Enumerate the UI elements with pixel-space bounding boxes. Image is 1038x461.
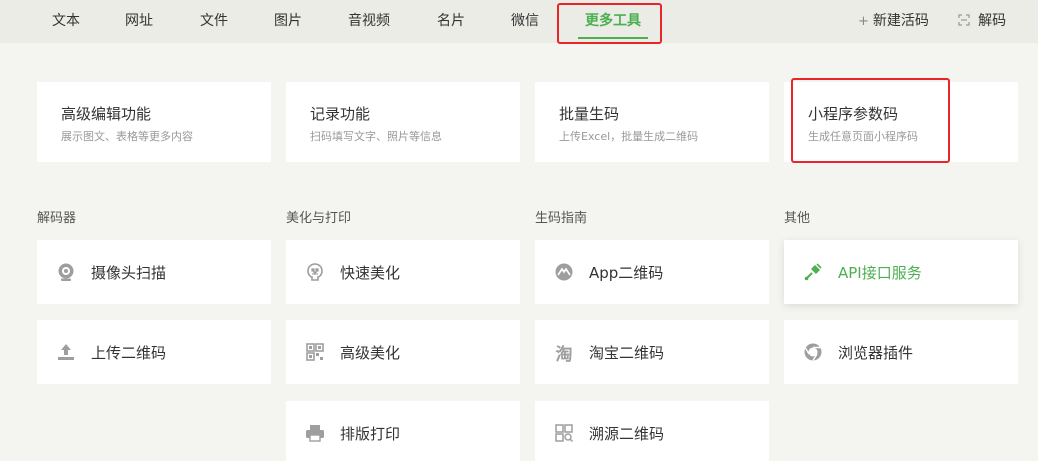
tool-label: 高级美化 [340, 343, 401, 362]
tool-trace-qr[interactable]: 溯源二维码 [535, 401, 769, 461]
tool-advanced-beautify[interactable]: 高级美化 [286, 320, 520, 384]
section-title-decoder: 解码器 [37, 211, 77, 226]
feature-card-advanced-edit[interactable]: 高级编辑功能 展示图文、表格等更多内容 [37, 82, 271, 162]
feature-card-record[interactable]: 记录功能 扫码填写文字、照片等信息 [286, 82, 520, 162]
plug-icon [802, 261, 824, 283]
scan-icon [958, 14, 974, 29]
section-title-other: 其他 [784, 211, 811, 226]
tool-app-qr[interactable]: App二维码 [535, 240, 769, 304]
new-code-label: 新建活码 [872, 13, 929, 29]
tab-image[interactable]: 图片 [266, 0, 310, 43]
feature-card-miniprogram[interactable]: 小程序参数码 生成任意页面小程序码 [784, 82, 1018, 162]
camera-icon [55, 261, 77, 283]
qr-grid-icon [304, 341, 326, 363]
tab-file[interactable]: 文件 [192, 0, 236, 43]
tool-layout-print[interactable]: 排版打印 [286, 401, 520, 461]
tool-label: 摄像头扫描 [91, 263, 167, 282]
decode-label: 解码 [978, 13, 1007, 29]
feature-card-batch[interactable]: 批量生码 上传Excel，批量生成二维码 [535, 82, 769, 162]
top-nav: 文本 网址 文件 图片 音视频 名片 微信 更多工具 + 新建活码 解码 [0, 0, 1038, 44]
new-code-button[interactable]: + 新建活码 [858, 0, 929, 43]
tool-label: 淘宝二维码 [589, 343, 665, 362]
feature-desc: 扫码填写文字、照片等信息 [310, 130, 442, 143]
feature-title: 小程序参数码 [808, 105, 899, 123]
tool-browser-plugin[interactable]: 浏览器插件 [784, 320, 1018, 384]
browser-icon [802, 341, 824, 363]
tab-text[interactable]: 文本 [44, 0, 88, 43]
tab-url[interactable]: 网址 [117, 0, 161, 43]
feature-title: 记录功能 [310, 105, 371, 123]
brain-icon [304, 261, 326, 283]
tool-label: 溯源二维码 [589, 424, 665, 443]
taobao-icon: 淘 [555, 344, 573, 365]
feature-desc: 生成任意页面小程序码 [808, 130, 918, 143]
feature-title: 批量生码 [559, 105, 620, 123]
tool-upload-qr[interactable]: 上传二维码 [37, 320, 271, 384]
tool-quick-beautify[interactable]: 快速美化 [286, 240, 520, 304]
tool-label: 上传二维码 [91, 343, 167, 362]
plus-icon: + [858, 14, 869, 29]
upload-icon [55, 341, 77, 363]
tool-camera-scan[interactable]: 摄像头扫描 [37, 240, 271, 304]
section-title-guide: 生码指南 [535, 211, 588, 226]
app-icon [553, 261, 575, 283]
section-title-beautify: 美化与打印 [286, 211, 352, 226]
tab-business-card[interactable]: 名片 [429, 0, 473, 43]
printer-icon [304, 422, 326, 444]
feature-desc: 展示图文、表格等更多内容 [61, 130, 193, 143]
tab-wechat[interactable]: 微信 [503, 0, 547, 43]
tool-taobao-qr[interactable]: 淘 淘宝二维码 [535, 320, 769, 384]
tool-label: API接口服务 [838, 263, 922, 282]
tool-label: 快速美化 [340, 263, 401, 282]
tool-label: 排版打印 [340, 424, 401, 443]
tool-label: 浏览器插件 [838, 343, 914, 362]
tool-label: App二维码 [589, 263, 664, 282]
tab-more-tools[interactable]: 更多工具 [570, 0, 656, 43]
tool-api-service[interactable]: API接口服务 [784, 240, 1018, 304]
decode-button[interactable]: 解码 [958, 0, 1006, 43]
feature-desc: 上传Excel，批量生成二维码 [559, 130, 699, 143]
tab-audio-video[interactable]: 音视频 [340, 0, 398, 43]
trace-icon [553, 422, 575, 444]
feature-title: 高级编辑功能 [61, 105, 152, 123]
